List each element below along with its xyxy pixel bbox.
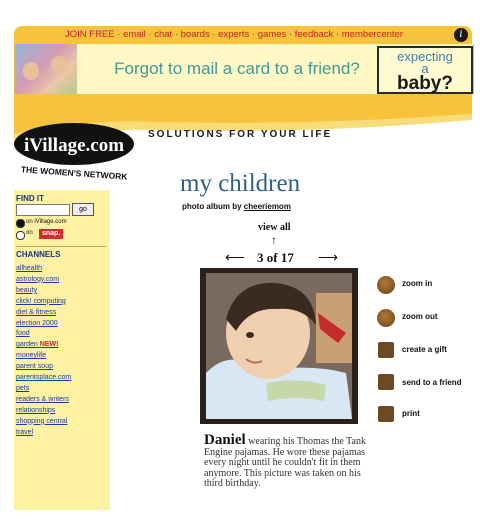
channel-link[interactable]: shopping central	[16, 417, 110, 428]
channel-link[interactable]: travel	[16, 428, 110, 439]
nav-join-free[interactable]: JOIN FREE	[65, 29, 115, 40]
channel-link[interactable]: moneylife	[16, 351, 110, 362]
album-byline: photo album by cheeriemom	[182, 202, 291, 211]
gift-icon[interactable]	[378, 342, 394, 358]
channel-label: shopping central	[16, 417, 68, 425]
top-nav-bar: JOIN FREE · email · chat · boards · expe…	[14, 26, 472, 44]
channel-label: relationships	[16, 406, 56, 414]
search-go-button[interactable]: go	[72, 203, 94, 216]
channel-link[interactable]: allhealth	[16, 264, 110, 275]
logo-text: iVillage.com	[24, 135, 124, 156]
channel-link[interactable]: pets	[16, 384, 110, 395]
channel-link[interactable]: relationships	[16, 406, 110, 417]
channel-link[interactable]: diet & fitness	[16, 308, 110, 319]
channel-label: moneylife	[16, 352, 46, 360]
channel-link[interactable]: readers & writers	[16, 395, 110, 406]
prev-arrow-icon[interactable]: ⟵	[225, 249, 245, 266]
create-gift-link[interactable]: create a gift	[402, 345, 447, 354]
channel-label: pets	[16, 384, 30, 392]
send-icon[interactable]	[378, 374, 394, 390]
channel-label: garden	[16, 341, 38, 349]
nav-chat[interactable]: chat	[154, 29, 172, 40]
top-nav-links: JOIN FREE · email · chat · boards · expe…	[64, 29, 403, 40]
view-all-link[interactable]: view all	[258, 222, 291, 233]
sidebar: FIND IT go on iVillage.com on snap. CHAN…	[14, 190, 110, 510]
channel-link[interactable]: food	[16, 329, 110, 340]
nav-experts[interactable]: experts	[218, 29, 249, 40]
channel-label: parent soup	[16, 363, 53, 371]
channel-label: travel	[16, 428, 34, 436]
channel-label: food	[16, 330, 30, 338]
next-arrow-icon[interactable]: ⟶	[318, 249, 338, 266]
nav-email[interactable]: email	[123, 29, 146, 40]
nav-membercenter[interactable]: membercenter	[342, 29, 403, 40]
radio-snap[interactable]	[16, 231, 25, 240]
ad-headline: Forgot to mail a card to a friend?	[114, 59, 360, 78]
send-to-friend-link[interactable]: send to a friend	[402, 378, 462, 387]
channel-link[interactable]: beauty	[16, 286, 110, 297]
channel-label: astrology.com	[16, 275, 60, 283]
search-input[interactable]	[16, 204, 70, 216]
channel-label: diet & fitness	[16, 308, 57, 316]
channel-label: beauty	[16, 286, 38, 294]
radio-ivillage-label: on iVillage.com	[26, 219, 67, 225]
channel-link[interactable]: election 2000	[16, 319, 110, 330]
byline-prefix: photo album by	[182, 202, 242, 211]
ad-photo	[15, 44, 77, 94]
page-title: my children	[180, 170, 301, 197]
up-arrow-icon[interactable]: ↑	[271, 233, 277, 247]
album-photo[interactable]	[206, 273, 352, 419]
channel-link[interactable]: parent soup	[16, 362, 110, 373]
zoom-out-icon[interactable]	[377, 309, 395, 327]
info-icon[interactable]: i	[454, 28, 468, 42]
channel-label: click! computing	[16, 297, 66, 305]
channel-label: parentsplace.com	[16, 374, 72, 382]
zoom-in-icon[interactable]	[377, 276, 395, 294]
zoom-in-link[interactable]: zoom in	[402, 279, 432, 288]
nav-boards[interactable]: boards	[181, 29, 210, 40]
channel-list: allhealth astrology.com beauty click! compu…	[16, 264, 110, 439]
channel-link[interactable]: garden NEW!	[16, 340, 110, 351]
caption-name: Daniel	[204, 432, 246, 448]
photo-counter: 3 of 17	[257, 250, 294, 265]
ad-box-line3: baby?	[397, 73, 453, 94]
radio-snap-label: on	[26, 230, 33, 236]
find-it-heading: FIND IT	[16, 194, 44, 203]
channel-link[interactable]: click! computing	[16, 297, 110, 308]
snap-logo: snap.	[39, 229, 64, 239]
ivillage-logo[interactable]: iVillage.com THE WOMEN'S NETWORK	[12, 120, 136, 182]
channel-label: election 2000	[16, 319, 58, 327]
channel-label: allhealth	[16, 265, 43, 272]
nav-feedback[interactable]: feedback	[295, 29, 334, 40]
new-badge: NEW!	[39, 341, 59, 349]
ad-banner[interactable]: Forgot to mail a card to a friend? expec…	[14, 44, 474, 94]
nav-games[interactable]: games	[258, 29, 287, 40]
channels-heading: CHANNELS	[16, 250, 61, 259]
channel-link[interactable]: parentsplace.com	[16, 373, 110, 384]
channel-label: readers & writers	[16, 395, 69, 403]
logo-subtext: THE WOMEN'S NETWORK	[21, 164, 129, 181]
channel-link[interactable]: astrology.com	[16, 275, 110, 286]
sidebar-divider	[16, 246, 106, 247]
album-owner-link[interactable]: cheeriemom	[244, 202, 291, 211]
radio-ivillage[interactable]	[16, 219, 25, 228]
print-icon[interactable]	[378, 406, 394, 422]
zoom-out-link[interactable]: zoom out	[402, 312, 438, 321]
print-link[interactable]: print	[402, 409, 420, 418]
ad-expecting-box[interactable]: expecting a baby?	[377, 46, 473, 94]
photo-caption: Daniel wearing his Thomas the Tank Engin…	[204, 432, 376, 490]
site-tagline: SOLUTIONS FOR YOUR LIFE	[148, 129, 333, 140]
